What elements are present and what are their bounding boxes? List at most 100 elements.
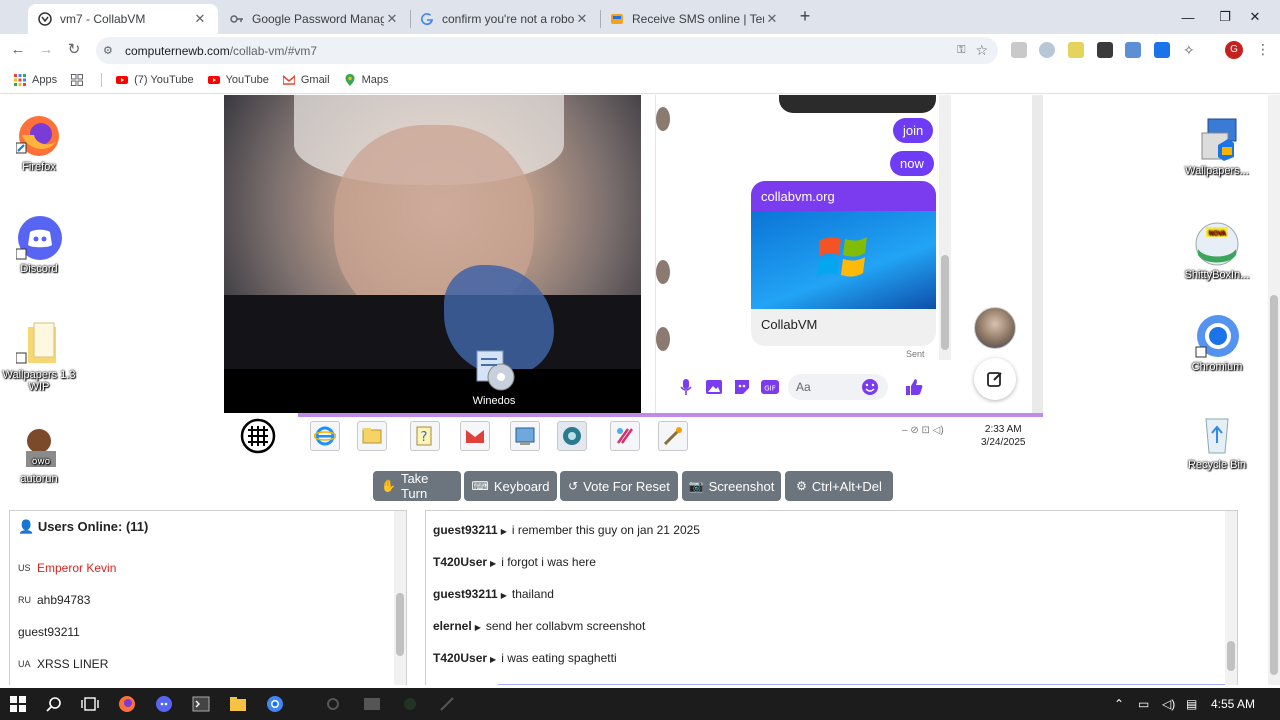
help-notes-icon[interactable]: ? — [410, 421, 440, 451]
vm-window-scrollbar[interactable] — [1032, 95, 1043, 413]
internet-explorer-icon[interactable] — [310, 421, 340, 451]
extension-tab-icon[interactable] — [1154, 42, 1170, 58]
profile-avatar[interactable]: G — [1225, 41, 1243, 59]
url-text[interactable]: computernewb.com/collab-vm/#vm7 — [125, 44, 957, 58]
terminal-taskbar-icon[interactable] — [191, 694, 211, 714]
close-window-button[interactable]: ✕ — [1232, 0, 1278, 34]
show-hidden-icons-chevron-icon[interactable]: ⌃ — [1114, 697, 1124, 711]
discord-taskbar-icon[interactable] — [154, 694, 174, 714]
user-list-item[interactable]: RU ahb94783 — [18, 593, 90, 607]
firefox-taskbar-icon[interactable] — [117, 694, 137, 714]
chrome-taskbar-icon[interactable] — [265, 694, 285, 714]
ctrl-alt-del-button[interactable]: ⚙ Ctrl+Alt+Del — [785, 471, 893, 501]
bookmark-star-icon[interactable]: ☆ — [975, 42, 988, 59]
paint-brush-icon[interactable] — [658, 421, 688, 451]
messenger-scrollbar[interactable] — [939, 95, 951, 360]
bookmark-gmail[interactable]: Gmail — [282, 74, 330, 86]
bookmark-maps[interactable]: Maps — [344, 73, 388, 86]
scrollbar-thumb[interactable] — [941, 255, 949, 350]
user-list-item[interactable]: US Emperor Kevin — [18, 561, 116, 575]
password-key-icon[interactable]: ⚿ — [957, 44, 965, 57]
address-bar[interactable]: ⚙ computernewb.com/collab-vm/#vm7 ⚿ ☆ — [96, 37, 998, 64]
close-tab-icon[interactable]: ✕ — [574, 11, 590, 27]
extension-dark-icon[interactable] — [1097, 42, 1113, 58]
forward-button[interactable]: → — [36, 40, 56, 60]
contact-avatar[interactable] — [974, 307, 1016, 349]
bookmark-youtube-7[interactable]: (7) YouTube — [116, 74, 194, 86]
task-view-icon[interactable] — [80, 694, 100, 714]
desktop-icon-winedos[interactable]: Winedos — [455, 347, 533, 407]
link-preview-card[interactable]: collabvm.org CollabVM — [751, 181, 936, 346]
scrollbar-thumb[interactable] — [1227, 641, 1235, 671]
chat-username[interactable]: T420User — [433, 555, 487, 569]
user-list-item[interactable]: UA XRSS LINER — [18, 657, 108, 671]
desktop-icon-chromium[interactable]: Chromium — [1178, 313, 1256, 373]
extension-screen-icon[interactable] — [1125, 42, 1141, 58]
app-taskbar-icon[interactable] — [400, 694, 420, 714]
search-icon[interactable] — [44, 694, 64, 714]
file-explorer-icon[interactable] — [357, 421, 387, 451]
windows-start-icon[interactable] — [8, 694, 28, 714]
notifications-icon[interactable]: ▤ — [1186, 697, 1197, 711]
chat-username[interactable]: guest93211 — [433, 587, 498, 601]
compose-button[interactable] — [974, 358, 1016, 400]
chat-username[interactable]: T420User — [433, 651, 487, 665]
close-tab-icon[interactable]: ✕ — [192, 11, 208, 27]
bookmark-youtube[interactable]: YouTube — [207, 74, 269, 86]
gif-icon[interactable]: GIF — [760, 377, 780, 397]
file-explorer-taskbar-icon[interactable] — [228, 694, 248, 714]
user-list-item[interactable]: guest93211 — [18, 625, 80, 639]
keyboard-button[interactable]: ⌨ Keyboard — [464, 471, 557, 501]
vote-for-reset-button[interactable]: ↺ Vote For Reset — [560, 471, 678, 501]
chat-scrollbar[interactable] — [1225, 511, 1237, 685]
desktop-icon-recycle-bin[interactable]: Recycle Bin — [1178, 411, 1256, 471]
menu-kebab-icon[interactable]: ⋮ — [1256, 41, 1270, 58]
chat-username[interactable]: elernel — [433, 619, 472, 633]
site-info-icon[interactable]: ⚙ — [103, 44, 119, 57]
mail-taskbar-icon[interactable] — [362, 694, 382, 714]
paint-tools-icon[interactable] — [610, 421, 640, 451]
extensions-puzzle-icon[interactable]: ✧ — [1183, 42, 1199, 58]
control-panel-icon[interactable] — [510, 421, 540, 451]
microphone-icon[interactable] — [676, 377, 696, 397]
settings-taskbar-icon[interactable] — [323, 694, 343, 714]
close-tab-icon[interactable]: ✕ — [764, 11, 780, 27]
tab-robot-search[interactable]: confirm you're not a robot goo ✕ — [410, 4, 600, 34]
desktop-icon-autorun[interactable]: owo autorun — [0, 425, 78, 485]
globe-app-icon[interactable] — [557, 421, 587, 451]
vm-display[interactable]: Firefox Discord Wallpapers 1.3 WIP owo a… — [0, 95, 1268, 485]
tab-vm7[interactable]: vm7 - CollabVM ✕ — [28, 4, 218, 34]
chat-username[interactable]: guest93211 — [433, 523, 498, 537]
gmail-app-icon[interactable] — [460, 421, 490, 451]
desktop-icon-firefox[interactable]: Firefox — [0, 113, 78, 173]
screenshot-button[interactable]: 📷 Screenshot — [682, 471, 781, 501]
host-clock[interactable]: 4:55 AM — [1211, 697, 1255, 711]
desktop-icon-discord[interactable]: Discord — [0, 215, 78, 275]
extension-refresh-icon[interactable] — [1039, 42, 1055, 58]
network-icon[interactable]: ▭ — [1138, 697, 1149, 711]
reload-button[interactable]: ↻ — [64, 40, 84, 60]
tab-password-manager[interactable]: Google Password Manager ✕ — [220, 4, 410, 34]
thumbs-up-icon[interactable] — [904, 377, 924, 397]
tab-groups-button[interactable] — [71, 73, 89, 86]
vm-system-tray[interactable]: – ⊘ ⊡ ◁) — [902, 425, 944, 436]
extension-puzzle-yellow-icon[interactable] — [1068, 42, 1084, 58]
bookmark-apps[interactable]: Apps — [14, 73, 57, 86]
app2-taskbar-icon[interactable] — [437, 694, 457, 714]
vm-clock[interactable]: 2:33 AM 3/24/2025 — [981, 423, 1026, 449]
scrollbar-thumb[interactable] — [1270, 295, 1278, 675]
vm-start-logo-icon[interactable] — [240, 418, 276, 454]
desktop-icon-wallpapers-folder[interactable]: Wallpapers 1.3 WIP — [0, 321, 78, 393]
emoji-icon[interactable] — [860, 377, 880, 397]
take-turn-button[interactable]: ✋ Take Turn — [373, 471, 461, 501]
desktop-icon-wallpapers-installer[interactable]: Wallpapers... — [1178, 117, 1256, 177]
users-scrollbar[interactable] — [394, 511, 406, 685]
back-button[interactable]: ← — [8, 40, 28, 60]
photo-icon[interactable] — [704, 377, 724, 397]
sticker-icon[interactable] — [732, 377, 752, 397]
scrollbar-thumb[interactable] — [396, 593, 404, 656]
tab-receive-sms[interactable]: Receive SMS online | Tempora ✕ — [600, 4, 790, 34]
desktop-icon-shittybox[interactable]: NOVA ShittyBoxIn... — [1178, 221, 1256, 281]
close-tab-icon[interactable]: ✕ — [384, 11, 400, 27]
volume-icon[interactable]: ◁) — [1162, 697, 1175, 711]
